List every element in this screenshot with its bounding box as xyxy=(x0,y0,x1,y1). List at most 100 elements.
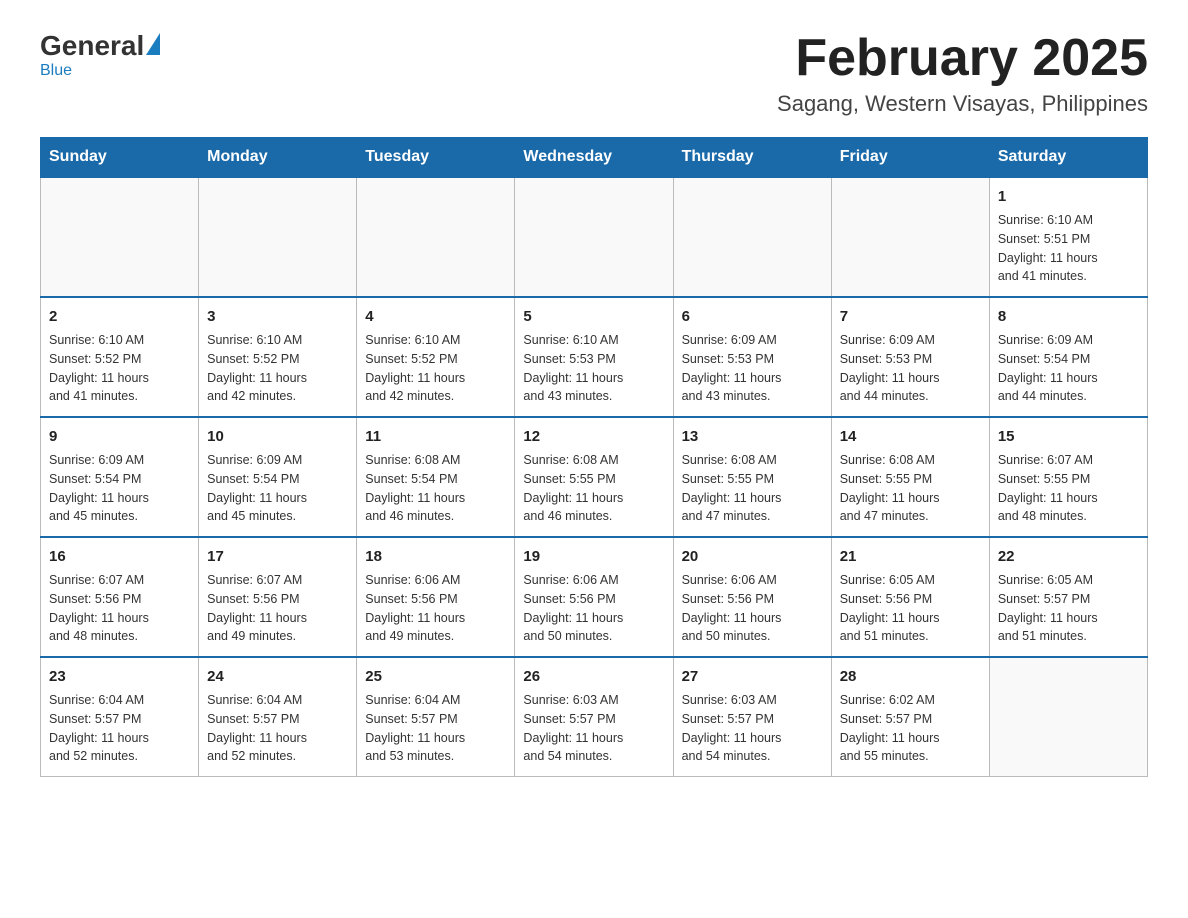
day-info: Sunrise: 6:07 AM Sunset: 5:56 PM Dayligh… xyxy=(207,571,348,646)
day-info: Sunrise: 6:06 AM Sunset: 5:56 PM Dayligh… xyxy=(365,571,506,646)
day-number: 23 xyxy=(49,666,190,687)
calendar-cell xyxy=(199,177,357,297)
day-info: Sunrise: 6:07 AM Sunset: 5:55 PM Dayligh… xyxy=(998,451,1139,526)
day-number: 5 xyxy=(523,306,664,327)
calendar-table: SundayMondayTuesdayWednesdayThursdayFrid… xyxy=(40,137,1148,777)
day-info: Sunrise: 6:09 AM Sunset: 5:53 PM Dayligh… xyxy=(840,331,981,406)
calendar-cell: 15 Sunrise: 6:07 AM Sunset: 5:55 PM Dayli… xyxy=(989,417,1147,537)
day-number: 10 xyxy=(207,426,348,447)
day-info: Sunrise: 6:07 AM Sunset: 5:56 PM Dayligh… xyxy=(49,571,190,646)
weekday-header-thursday: Thursday xyxy=(673,138,831,178)
day-info: Sunrise: 6:06 AM Sunset: 5:56 PM Dayligh… xyxy=(682,571,823,646)
weekday-header-saturday: Saturday xyxy=(989,138,1147,178)
calendar-cell: 25Sunrise: 6:04 AM Sunset: 5:57 PM Dayli… xyxy=(357,657,515,777)
calendar-cell: 8Sunrise: 6:09 AM Sunset: 5:54 PM Daylig… xyxy=(989,297,1147,417)
day-number: 7 xyxy=(840,306,981,327)
weekday-header-monday: Monday xyxy=(199,138,357,178)
day-number: 18 xyxy=(365,546,506,567)
day-number: 1 xyxy=(998,186,1139,207)
day-number: 13 xyxy=(682,426,823,447)
calendar-week-row: 16Sunrise: 6:07 AM Sunset: 5:56 PM Dayli… xyxy=(41,537,1148,657)
logo-general-text: General xyxy=(40,30,144,62)
calendar-week-row: 23 Sunrise: 6:04 AM Sunset: 5:57 PM Dayli… xyxy=(41,657,1148,777)
day-number: 20 xyxy=(682,546,823,567)
day-info: Sunrise: 6:09 AM Sunset: 5:54 PM Dayligh… xyxy=(998,331,1139,406)
calendar-cell: 4 Sunrise: 6:10 AM Sunset: 5:52 PM Daylig… xyxy=(357,297,515,417)
weekday-header-wednesday: Wednesday xyxy=(515,138,673,178)
calendar-cell: 7 Sunrise: 6:09 AM Sunset: 5:53 PM Daylig… xyxy=(831,297,989,417)
calendar-cell: 23 Sunrise: 6:04 AM Sunset: 5:57 PM Dayli… xyxy=(41,657,199,777)
title-block: February 2025 Sagang, Western Visayas, P… xyxy=(777,30,1148,117)
calendar-cell xyxy=(989,657,1147,777)
calendar-body: 1 Sunrise: 6:10 AM Sunset: 5:51 PM Daylig… xyxy=(41,177,1148,777)
day-number: 28 xyxy=(840,666,981,687)
calendar-cell xyxy=(673,177,831,297)
day-number: 19 xyxy=(523,546,664,567)
day-info: Sunrise: 6:08 AM Sunset: 5:55 PM Dayligh… xyxy=(840,451,981,526)
day-number: 6 xyxy=(682,306,823,327)
day-info: Sunrise: 6:09 AM Sunset: 5:54 PM Dayligh… xyxy=(207,451,348,526)
calendar-cell: 21Sunrise: 6:05 AM Sunset: 5:56 PM Dayli… xyxy=(831,537,989,657)
calendar-cell: 27 Sunrise: 6:03 AM Sunset: 5:57 PM Dayli… xyxy=(673,657,831,777)
calendar-cell: 19 Sunrise: 6:06 AM Sunset: 5:56 PM Dayli… xyxy=(515,537,673,657)
calendar-cell: 11 Sunrise: 6:08 AM Sunset: 5:54 PM Dayli… xyxy=(357,417,515,537)
calendar-week-row: 9 Sunrise: 6:09 AM Sunset: 5:54 PM Daylig… xyxy=(41,417,1148,537)
day-number: 17 xyxy=(207,546,348,567)
day-number: 2 xyxy=(49,306,190,327)
weekday-header-tuesday: Tuesday xyxy=(357,138,515,178)
calendar-cell: 17 Sunrise: 6:07 AM Sunset: 5:56 PM Dayli… xyxy=(199,537,357,657)
weekday-header-sunday: Sunday xyxy=(41,138,199,178)
calendar-cell: 24 Sunrise: 6:04 AM Sunset: 5:57 PM Dayli… xyxy=(199,657,357,777)
day-info: Sunrise: 6:10 AM Sunset: 5:52 PM Dayligh… xyxy=(365,331,506,406)
day-info: Sunrise: 6:06 AM Sunset: 5:56 PM Dayligh… xyxy=(523,571,664,646)
day-number: 26 xyxy=(523,666,664,687)
calendar-cell: 18 Sunrise: 6:06 AM Sunset: 5:56 PM Dayli… xyxy=(357,537,515,657)
calendar-cell: 3 Sunrise: 6:10 AM Sunset: 5:52 PM Daylig… xyxy=(199,297,357,417)
calendar-cell: 6 Sunrise: 6:09 AM Sunset: 5:53 PM Daylig… xyxy=(673,297,831,417)
calendar-cell: 22Sunrise: 6:05 AM Sunset: 5:57 PM Dayli… xyxy=(989,537,1147,657)
calendar-cell: 28 Sunrise: 6:02 AM Sunset: 5:57 PM Dayli… xyxy=(831,657,989,777)
day-info: Sunrise: 6:02 AM Sunset: 5:57 PM Dayligh… xyxy=(840,691,981,766)
day-number: 27 xyxy=(682,666,823,687)
calendar-cell: 10 Sunrise: 6:09 AM Sunset: 5:54 PM Dayli… xyxy=(199,417,357,537)
calendar-cell: 1 Sunrise: 6:10 AM Sunset: 5:51 PM Daylig… xyxy=(989,177,1147,297)
weekday-header-friday: Friday xyxy=(831,138,989,178)
logo-blue-text: Blue xyxy=(40,62,72,80)
calendar-cell: 20 Sunrise: 6:06 AM Sunset: 5:56 PM Dayli… xyxy=(673,537,831,657)
day-info: Sunrise: 6:10 AM Sunset: 5:53 PM Dayligh… xyxy=(523,331,664,406)
calendar-cell xyxy=(41,177,199,297)
day-number: 9 xyxy=(49,426,190,447)
day-info: Sunrise: 6:10 AM Sunset: 5:52 PM Dayligh… xyxy=(49,331,190,406)
day-info: Sunrise: 6:05 AM Sunset: 5:56 PM Dayligh… xyxy=(840,571,981,646)
day-info: Sunrise: 6:03 AM Sunset: 5:57 PM Dayligh… xyxy=(523,691,664,766)
day-info: Sunrise: 6:10 AM Sunset: 5:52 PM Dayligh… xyxy=(207,331,348,406)
day-info: Sunrise: 6:04 AM Sunset: 5:57 PM Dayligh… xyxy=(49,691,190,766)
calendar-cell: 2 Sunrise: 6:10 AM Sunset: 5:52 PM Daylig… xyxy=(41,297,199,417)
day-number: 11 xyxy=(365,426,506,447)
calendar-cell: 13Sunrise: 6:08 AM Sunset: 5:55 PM Dayli… xyxy=(673,417,831,537)
day-number: 3 xyxy=(207,306,348,327)
day-number: 14 xyxy=(840,426,981,447)
calendar-cell xyxy=(515,177,673,297)
calendar-cell: 5 Sunrise: 6:10 AM Sunset: 5:53 PM Daylig… xyxy=(515,297,673,417)
day-info: Sunrise: 6:04 AM Sunset: 5:57 PM Dayligh… xyxy=(207,691,348,766)
page-header: General Blue February 2025 Sagang, Weste… xyxy=(40,30,1148,117)
calendar-cell: 12Sunrise: 6:08 AM Sunset: 5:55 PM Dayli… xyxy=(515,417,673,537)
day-info: Sunrise: 6:08 AM Sunset: 5:54 PM Dayligh… xyxy=(365,451,506,526)
calendar-cell: 26 Sunrise: 6:03 AM Sunset: 5:57 PM Dayli… xyxy=(515,657,673,777)
calendar-cell xyxy=(831,177,989,297)
month-title: February 2025 xyxy=(777,30,1148,87)
day-info: Sunrise: 6:09 AM Sunset: 5:53 PM Dayligh… xyxy=(682,331,823,406)
calendar-cell: 9Sunrise: 6:09 AM Sunset: 5:54 PM Daylig… xyxy=(41,417,199,537)
calendar-week-row: 2 Sunrise: 6:10 AM Sunset: 5:52 PM Daylig… xyxy=(41,297,1148,417)
calendar-week-row: 1 Sunrise: 6:10 AM Sunset: 5:51 PM Daylig… xyxy=(41,177,1148,297)
day-info: Sunrise: 6:10 AM Sunset: 5:51 PM Dayligh… xyxy=(998,211,1139,286)
day-info: Sunrise: 6:03 AM Sunset: 5:57 PM Dayligh… xyxy=(682,691,823,766)
day-info: Sunrise: 6:05 AM Sunset: 5:57 PM Dayligh… xyxy=(998,571,1139,646)
day-number: 25 xyxy=(365,666,506,687)
logo: General Blue xyxy=(40,30,160,80)
day-number: 24 xyxy=(207,666,348,687)
day-number: 4 xyxy=(365,306,506,327)
day-number: 15 xyxy=(998,426,1139,447)
weekday-header-row: SundayMondayTuesdayWednesdayThursdayFrid… xyxy=(41,138,1148,178)
